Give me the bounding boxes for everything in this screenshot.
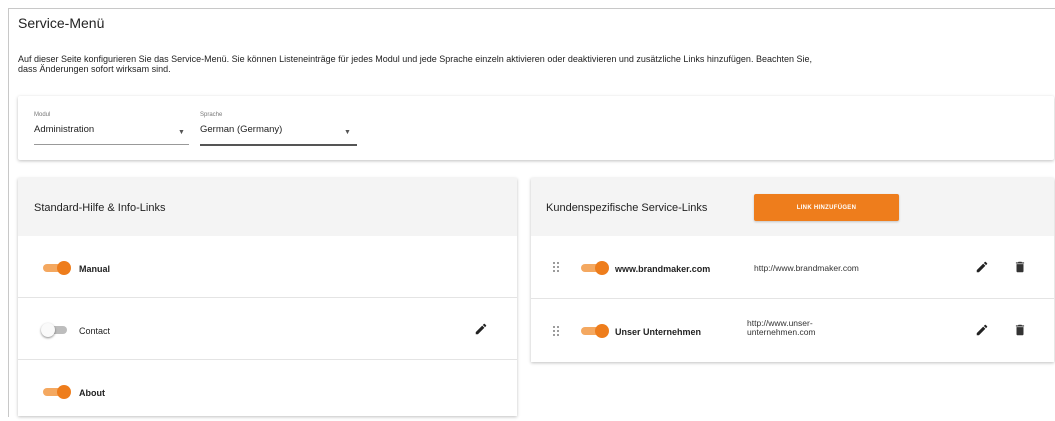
standard-links-title: Standard-Hilfe & Info-Links (34, 202, 166, 214)
trash-icon[interactable] (1013, 260, 1027, 274)
edit-pencil-icon[interactable] (975, 323, 989, 337)
module-select-value: Administration (34, 124, 95, 135)
toggle-thumb (57, 261, 71, 275)
url-line-1: http://www.brandmaker.com (754, 263, 859, 273)
list-item-contact: Contact (18, 297, 517, 359)
toggle-about[interactable] (43, 385, 71, 399)
dropdown-arrow-icon: ▼ (344, 129, 351, 136)
list-item-unser-unternehmen: Unser Unternehmen http://www.unser- unte… (531, 298, 1054, 360)
language-select[interactable]: Sprache German (Germany) ▼ (200, 112, 357, 146)
add-link-button[interactable]: LINK HINZUFÜGEN (754, 194, 899, 221)
toggle-thumb (57, 385, 71, 399)
page-description: Auf dieser Seite konfigurieren Sie das S… (18, 54, 1048, 74)
list-item-url: http://www.unser- unternehmen.com (747, 319, 816, 337)
toggle-contact[interactable] (41, 323, 69, 337)
list-item-brandmaker: www.brandmaker.com http://www.brandmaker… (531, 236, 1054, 297)
url-line-2: unternehmen.com (747, 327, 816, 337)
edit-pencil-icon[interactable] (975, 260, 989, 274)
toggle-manual[interactable] (43, 261, 71, 275)
toggle-thumb (595, 324, 609, 338)
intro-line-2: dass Änderungen sofort wirksam sind. (18, 64, 171, 74)
list-item-label: Unser Unternehmen (615, 327, 702, 337)
list-item-about: About (18, 359, 517, 421)
intro-line-1: Auf dieser Seite konfigurieren Sie das S… (18, 54, 812, 64)
filter-card: Modul Administration ▼ Sprache German (G… (18, 96, 1054, 160)
dropdown-arrow-icon: ▼ (178, 129, 185, 136)
custom-links-panel: Kundenspezifische Service-Links LINK HIN… (531, 178, 1054, 362)
list-item-label: Manual (79, 264, 111, 274)
list-item-label: About (79, 388, 105, 398)
module-select-label: Modul (34, 112, 51, 118)
module-select-underline (34, 144, 189, 145)
list-item-label: www.brandmaker.com (615, 264, 711, 274)
trash-icon[interactable] (1013, 323, 1027, 337)
list-item-manual: Manual (18, 236, 517, 297)
language-select-label: Sprache (200, 112, 223, 118)
toggle-brandmaker[interactable] (581, 261, 609, 275)
list-item-label: Contact (79, 326, 111, 336)
toggle-thumb (41, 323, 55, 337)
edit-pencil-icon[interactable] (474, 322, 488, 336)
language-select-value: German (Germany) (200, 124, 283, 135)
toggle-thumb (595, 261, 609, 275)
language-select-underline (200, 144, 357, 146)
custom-links-header: Kundenspezifische Service-Links LINK HIN… (531, 178, 1054, 236)
toggle-unser-unternehmen[interactable] (581, 324, 609, 338)
drag-handle-icon[interactable] (553, 326, 559, 336)
custom-links-title: Kundenspezifische Service-Links (546, 202, 708, 214)
standard-links-header: Standard-Hilfe & Info-Links (18, 178, 517, 236)
page-title: Service-Menü (18, 15, 105, 31)
standard-links-panel: Standard-Hilfe & Info-Links Manual Conta… (18, 178, 517, 416)
drag-handle-icon[interactable] (553, 262, 559, 272)
list-item-url: http://www.brandmaker.com (754, 264, 859, 273)
module-select[interactable]: Modul Administration ▼ (34, 112, 189, 145)
